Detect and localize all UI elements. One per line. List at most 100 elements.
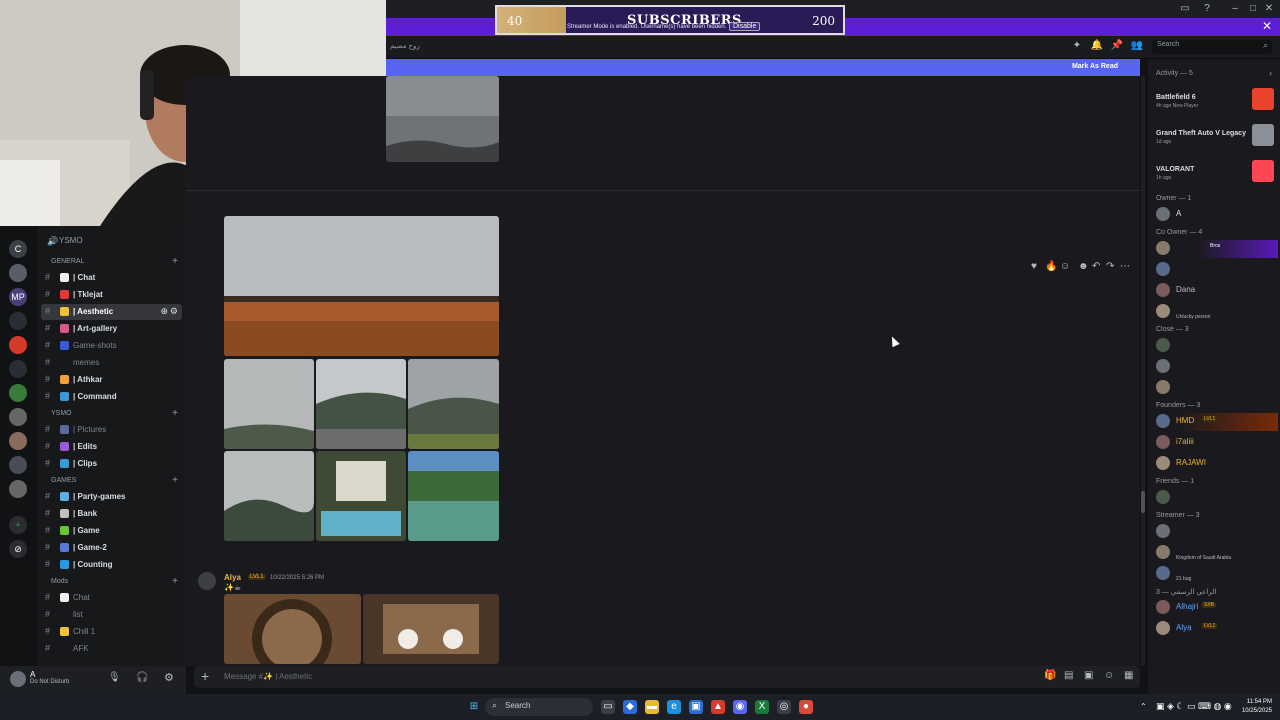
help-icon[interactable]: ? bbox=[1200, 2, 1214, 16]
search-input[interactable]: Search ⌕ bbox=[1152, 40, 1272, 54]
banner-close-icon[interactable]: ✕ bbox=[1262, 19, 1272, 33]
server-icon[interactable] bbox=[9, 312, 27, 330]
discord-icon[interactable]: ◉ bbox=[733, 700, 747, 714]
category-games[interactable]: GAMES bbox=[51, 477, 76, 484]
channel-item[interactable]: # Chat bbox=[41, 590, 182, 606]
channel-item[interactable]: # AFK bbox=[41, 641, 182, 657]
add-reaction-icon[interactable]: ☺ bbox=[1060, 261, 1070, 272]
avatar[interactable] bbox=[198, 572, 216, 590]
system-clock[interactable]: 11:54 PM 10/25/2025 bbox=[1242, 698, 1272, 716]
forward-icon[interactable]: ↷ bbox=[1106, 261, 1114, 272]
excel-icon[interactable]: X bbox=[755, 700, 769, 714]
server-icon[interactable] bbox=[9, 456, 27, 474]
member-item[interactable] bbox=[1154, 379, 1278, 397]
scrollbar-thumb[interactable] bbox=[1141, 491, 1145, 513]
channel-item[interactable]: # | Party-games bbox=[41, 489, 182, 505]
channel-item[interactable]: # | Game bbox=[41, 523, 182, 539]
member-item[interactable]: Bros bbox=[1154, 240, 1278, 258]
reply-icon[interactable]: ↶ bbox=[1092, 261, 1100, 272]
server-icon[interactable] bbox=[9, 408, 27, 426]
gallery-image-fog[interactable] bbox=[224, 359, 314, 449]
tray-chevron-icon[interactable]: ⌃ bbox=[1140, 702, 1147, 711]
channel-item[interactable]: # | Chat bbox=[41, 270, 182, 286]
new-messages-bar[interactable]: Mark As Read bbox=[386, 59, 1140, 76]
member-item[interactable]: Dana bbox=[1154, 282, 1278, 300]
channel-settings-icon[interactable]: ⚙ bbox=[170, 306, 178, 317]
maximize-icon[interactable]: □ bbox=[1246, 2, 1260, 16]
member-item[interactable]: Kingdom of Saudi Arabia bbox=[1154, 544, 1278, 562]
previous-image[interactable] bbox=[386, 76, 499, 162]
member-item[interactable]: i7aliii bbox=[1154, 434, 1278, 452]
message-author[interactable]: Alya bbox=[224, 573, 241, 582]
member-item[interactable] bbox=[1154, 261, 1278, 279]
channel-item[interactable]: # | Clips bbox=[41, 456, 182, 472]
top-channel-label[interactable]: YSMO bbox=[59, 236, 83, 245]
channel-item[interactable]: # | Tklejat bbox=[41, 287, 182, 303]
microphone-icon[interactable]: 🎙 bbox=[108, 672, 121, 683]
category-general[interactable]: GENERAL bbox=[51, 258, 84, 265]
channel-item[interactable]: # | Art-gallery bbox=[41, 321, 182, 337]
start-windows-icon[interactable]: ⊞ bbox=[467, 700, 481, 714]
add-channel-icon[interactable]: + bbox=[172, 475, 178, 486]
add-channel-icon[interactable]: + bbox=[172, 408, 178, 419]
more-options-icon[interactable]: ⋯ bbox=[1120, 261, 1130, 272]
gallery-image-lake[interactable] bbox=[408, 451, 499, 541]
close-window-icon[interactable]: ✕ bbox=[1262, 2, 1276, 16]
gallery-image-building[interactable] bbox=[224, 216, 499, 356]
add-server-icon[interactable]: + bbox=[9, 516, 27, 534]
server-icon[interactable] bbox=[9, 336, 27, 354]
channel-item[interactable]: # | Athkar bbox=[41, 372, 182, 388]
edge-icon[interactable]: e bbox=[667, 700, 681, 714]
server-icon[interactable]: MP bbox=[9, 288, 27, 306]
activity-card[interactable]: Battlefield 6 4h ago New Player bbox=[1154, 85, 1278, 117]
gallery-image-field[interactable] bbox=[408, 359, 499, 449]
channel-item[interactable]: # | Aesthetic ⚙ ⊕ bbox=[41, 304, 182, 320]
member-item[interactable] bbox=[1154, 489, 1278, 507]
invite-icon[interactable]: ⊕ bbox=[160, 306, 168, 317]
avatar[interactable] bbox=[10, 671, 26, 687]
gallery-image-parking[interactable] bbox=[316, 359, 406, 449]
copilot-icon[interactable]: ◆ bbox=[623, 700, 637, 714]
gallery-image-pool[interactable] bbox=[316, 451, 406, 541]
app-icon[interactable]: ● bbox=[799, 700, 813, 714]
settings-gear-icon[interactable]: ⚙ bbox=[164, 671, 174, 684]
channel-item[interactable]: # | Bank bbox=[41, 506, 182, 522]
channel-item[interactable]: # | Command bbox=[41, 389, 182, 405]
headset-icon[interactable]: 🎧 bbox=[136, 672, 148, 683]
disable-streamer-button[interactable]: Disable bbox=[729, 22, 761, 31]
channel-item[interactable]: # | Pictures bbox=[41, 422, 182, 438]
fire-reaction-icon[interactable]: 🔥 bbox=[1045, 261, 1057, 272]
member-item[interactable]: RAJAWI bbox=[1154, 455, 1278, 473]
add-attachment-icon[interactable]: + bbox=[201, 668, 209, 684]
tray-icons[interactable]: ▣ ◈ ☾ ▭ ⌨ ◍ ◉ bbox=[1156, 701, 1232, 712]
obs-icon[interactable]: ◎ bbox=[777, 700, 791, 714]
explore-icon[interactable]: ⊘ bbox=[9, 540, 27, 558]
inbox-icon[interactable]: ▭ bbox=[1178, 2, 1192, 16]
threads-icon[interactable]: ✦ bbox=[1070, 40, 1084, 54]
member-item[interactable]: Alya LVL1 bbox=[1154, 620, 1278, 638]
channel-item[interactable]: # list bbox=[41, 607, 182, 623]
member-list-icon[interactable]: 👥 bbox=[1130, 40, 1144, 54]
channel-item[interactable]: # | Edits bbox=[41, 439, 182, 455]
mark-as-read-button[interactable]: Mark As Read bbox=[1072, 63, 1118, 70]
category-ysmo[interactable]: YSMO bbox=[51, 410, 72, 417]
channel-item[interactable]: # Chill 1 bbox=[41, 624, 182, 640]
server-icon[interactable] bbox=[9, 480, 27, 498]
heart-reaction-icon[interactable]: ♥ bbox=[1031, 261, 1037, 272]
channel-item[interactable]: # Game-shots bbox=[41, 338, 182, 354]
apps-icon[interactable]: ▦ bbox=[1124, 670, 1133, 681]
member-item[interactable]: Unlucky person bbox=[1154, 303, 1278, 321]
task-view-icon[interactable]: ▭ bbox=[601, 700, 615, 714]
member-item[interactable]: A bbox=[1154, 206, 1278, 224]
server-icon[interactable]: C bbox=[9, 240, 27, 258]
member-item[interactable]: HMD LVL1 bbox=[1154, 413, 1278, 431]
chat-scrollbar[interactable] bbox=[1141, 76, 1145, 666]
brave-icon[interactable]: ▲ bbox=[711, 700, 725, 714]
member-item[interactable] bbox=[1154, 337, 1278, 355]
gift-icon[interactable]: 🎁 bbox=[1044, 670, 1056, 681]
file-explorer-icon[interactable]: ▬ bbox=[645, 700, 659, 714]
coffee-image-1[interactable] bbox=[224, 594, 361, 664]
member-item[interactable]: Alhajri SXB bbox=[1154, 599, 1278, 617]
member-item[interactable] bbox=[1154, 358, 1278, 376]
activity-card[interactable]: Grand Theft Auto V Legacy 1d ago bbox=[1154, 121, 1278, 153]
